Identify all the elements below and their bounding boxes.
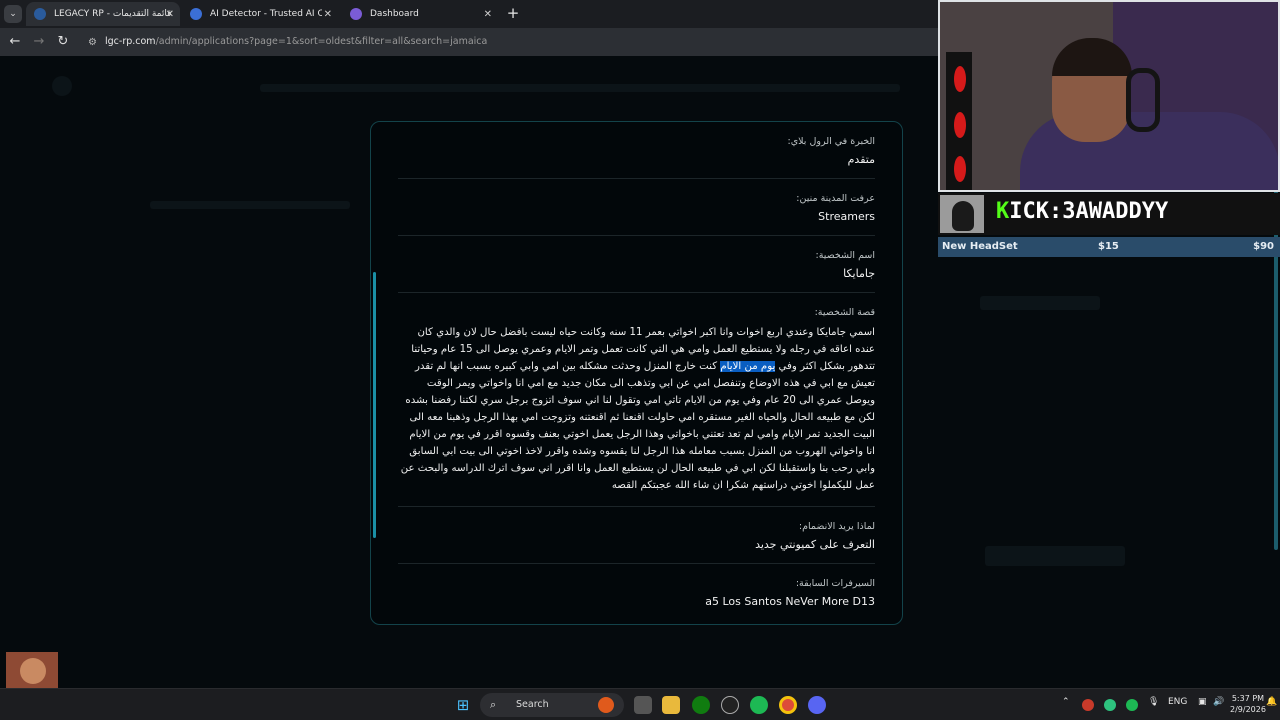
tray-status-icon[interactable] (1104, 699, 1116, 711)
penguin-icon (952, 201, 974, 231)
clock-time: 5:37 PM (1231, 694, 1265, 703)
penguin-avatar (940, 195, 984, 233)
goal-name: New HeadSet (942, 241, 1018, 252)
tab-search-button[interactable]: ⌄ (4, 5, 22, 23)
system-clock[interactable]: 5:37 PM 2/9/2026 (1230, 693, 1266, 715)
close-tab-icon[interactable]: ✕ (166, 9, 174, 20)
headphones-icon (1126, 68, 1160, 132)
kick-channel-banner: KICK:3AWADDYY (938, 193, 1280, 235)
windows-start-icon[interactable]: ⊞ (454, 696, 472, 714)
tray-app-icon[interactable] (1082, 699, 1094, 711)
character-story-label: قصة الشخصية: (814, 307, 875, 318)
dim-navbar (260, 84, 900, 92)
join-reason-section: لماذا يريد الانضمام: التعرف على كميونتي … (398, 521, 875, 564)
search-placeholder: Search (516, 699, 549, 710)
donation-goal-bar: New HeadSet $15 $90 (938, 237, 1280, 257)
previous-servers-section: السيرفرات السابقة: a5 Los Santos NeVer M… (398, 578, 875, 620)
laughing-face-icon (20, 658, 46, 684)
legacy-rp-favicon-icon (34, 8, 46, 20)
clock-date: 2/9/2026 (1230, 705, 1266, 714)
tab-title: AI Detector - Trusted AI Checker (210, 9, 322, 19)
referral-section: عرفت المدينة منين: Streamers (398, 193, 875, 236)
goal-target: $90 (1253, 241, 1274, 252)
previous-servers-label: السيرفرات السابقة: (795, 578, 875, 589)
dim-filter-row (150, 201, 350, 209)
notifications-icon[interactable]: 🔔 (1266, 697, 1277, 707)
file-explorer-icon[interactable] (662, 696, 680, 714)
webcam-overlay (938, 0, 1280, 192)
xbox-icon[interactable] (692, 696, 710, 714)
join-reason-value: التعرف على كميونتي جديد (755, 538, 875, 551)
dashboard-favicon-icon (350, 8, 362, 20)
chrome-icon[interactable] (779, 696, 797, 714)
previous-servers-value: a5 Los Santos NeVer More D13 (705, 595, 875, 608)
dim-logo-icon (52, 76, 72, 96)
reload-icon[interactable]: ↻ (54, 33, 72, 51)
forward-arrow-icon[interactable]: → (30, 33, 48, 51)
search-icon: ⌕ (490, 698, 497, 711)
application-details-modal: الخبرة في الرول بلاي: متقدم عرفت المدينة… (370, 121, 903, 625)
tab-ai-detector[interactable]: AI Detector - Trusted AI Checker ✕ (182, 2, 338, 26)
site-info-icon[interactable]: ⚙ (88, 37, 97, 48)
kick-logo-letter: K (996, 199, 1010, 224)
kick-channel-text: ICK:3AWADDYY (1009, 199, 1169, 224)
red-fan-light (954, 66, 966, 92)
task-view-icon[interactable] (634, 696, 652, 714)
ai-detector-favicon-icon (190, 8, 202, 20)
chat-emote-image (6, 652, 58, 692)
url-path: /admin/applications?page=1&sort=oldest&f… (155, 36, 488, 47)
goal-current: $15 (1098, 241, 1119, 252)
steam-icon[interactable] (721, 696, 739, 714)
close-tab-icon[interactable]: ✕ (324, 9, 332, 20)
pc-tower (946, 52, 972, 190)
tab-title: Dashboard (370, 9, 419, 19)
referral-value: Streamers (818, 210, 875, 223)
tab-title: LEGACY RP - قائمة التقديمات (54, 9, 172, 19)
rp-experience-label: الخبرة في الرول بلاي: (787, 136, 876, 147)
volume-icon[interactable]: 🔊 (1213, 697, 1224, 707)
rp-experience-section: الخبرة في الرول بلاي: متقدم (398, 136, 875, 179)
pizza-icon[interactable] (598, 697, 614, 713)
spotify-icon[interactable] (750, 696, 768, 714)
discord-icon[interactable] (808, 696, 826, 714)
url-host: lgc-rp.com (105, 36, 156, 47)
language-indicator[interactable]: ENG (1168, 697, 1187, 707)
dim-action-buttons (985, 546, 1125, 566)
tray-spotify-icon[interactable] (1126, 699, 1138, 711)
kick-channel-name: KICK:3AWADDYY (996, 199, 1168, 224)
rp-experience-value: متقدم (847, 153, 875, 166)
red-fan-light (954, 156, 966, 182)
referral-label: عرفت المدينة منين: (796, 193, 875, 204)
tab-legacy-rp[interactable]: LEGACY RP - قائمة التقديمات ✕ (26, 2, 180, 26)
address-bar[interactable]: lgc-rp.com/admin/applications?page=1&sor… (105, 36, 487, 47)
dim-panel (980, 296, 1100, 310)
character-story-section: قصة الشخصية: اسمي جامايكا وعندي اربع اخو… (398, 307, 875, 507)
character-name-value: جامايكا (843, 267, 875, 280)
red-fan-light (954, 112, 966, 138)
character-name-section: اسم الشخصية: جامايكا (398, 250, 875, 293)
tray-overflow-icon[interactable]: ⌃ (1062, 697, 1070, 707)
modal-scrollbar[interactable] (373, 272, 376, 538)
microphone-icon[interactable]: 🎙 (1148, 697, 1159, 707)
windows-taskbar: ⊞ ⌕ Search ⌃ 🎙 ENG ▣ 🔊 5:37 PM 2/9/2026 … (0, 688, 1280, 720)
tab-dashboard[interactable]: Dashboard ✕ (342, 2, 498, 26)
back-arrow-icon[interactable]: ← (6, 33, 24, 51)
story-text-part: كنت خارج المنزل وحدثت مشكله بين امي وابي… (400, 361, 875, 491)
character-name-label: اسم الشخصية: (815, 250, 875, 261)
character-story-text[interactable]: اسمي جامايكا وعندي اربع اخوات وانا اكبر … (398, 324, 875, 494)
network-icon[interactable]: ▣ (1198, 697, 1207, 707)
new-tab-icon[interactable]: + (504, 4, 522, 22)
close-tab-icon[interactable]: ✕ (484, 9, 492, 20)
selected-text: يوم من الايام (720, 361, 776, 372)
join-reason-label: لماذا يريد الانضمام: (798, 521, 875, 532)
